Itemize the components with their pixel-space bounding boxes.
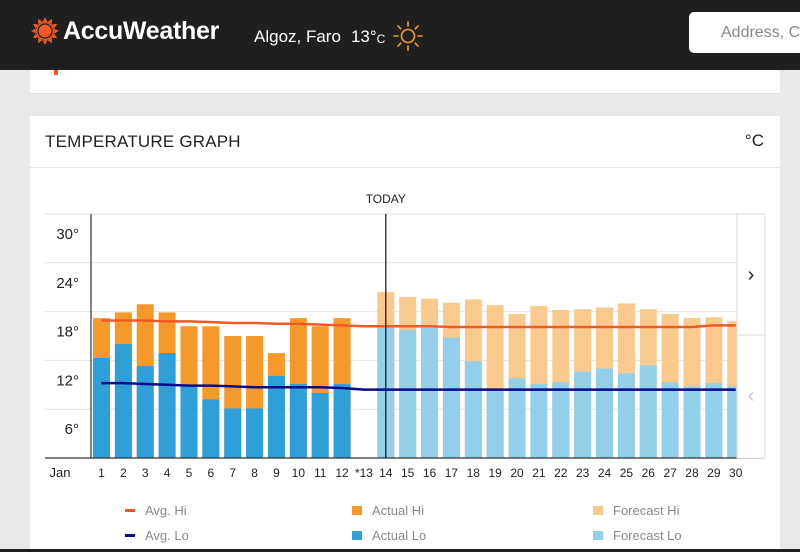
legend-label: Forecast Hi: [613, 503, 680, 518]
x-tick-label: 30: [729, 466, 743, 480]
y-tick-label: 24°: [56, 275, 79, 292]
x-tick-label: 21: [532, 466, 546, 480]
legend-item[interactable]: Actual Lo: [352, 528, 426, 543]
actual-lo-bar[interactable]: [158, 353, 176, 458]
x-tick-label: 9: [273, 466, 280, 480]
next-arrow-icon[interactable]: ›: [748, 264, 755, 286]
forecast-lo-bar[interactable]: [399, 330, 417, 458]
x-tick-label: 16: [423, 466, 437, 480]
x-tick-label: 25: [620, 466, 634, 480]
legend-item[interactable]: Avg. Hi: [125, 503, 187, 518]
actual-lo-bar[interactable]: [136, 366, 154, 458]
chart-nav-panel: [736, 213, 766, 459]
y-tick-label: 6°: [65, 421, 79, 438]
forecast-lo-bar[interactable]: [574, 371, 592, 458]
legend-swatch: [125, 534, 135, 537]
forecast-lo-bar[interactable]: [683, 386, 701, 458]
x-tick-label: 23: [576, 466, 590, 480]
legend-item[interactable]: Actual Hi: [352, 503, 424, 518]
x-tick-label: 19: [488, 466, 502, 480]
x-tick-label: 11: [314, 466, 327, 480]
legend-label: Forecast Lo: [613, 528, 682, 543]
legend-label: Avg. Hi: [145, 503, 187, 518]
legend-swatch: [593, 506, 603, 515]
forecast-lo-bar[interactable]: [617, 373, 635, 458]
forecast-lo-bar[interactable]: [639, 365, 657, 458]
forecast-lo-bar[interactable]: [442, 337, 460, 458]
legend-swatch: [352, 531, 362, 540]
actual-lo-bar[interactable]: [202, 399, 220, 458]
x-tick-label: 14: [379, 466, 393, 480]
x-tick-label: 22: [554, 466, 568, 480]
plot-area: [93, 292, 737, 458]
actual-lo-bar[interactable]: [246, 408, 264, 458]
forecast-lo-bar[interactable]: [661, 382, 679, 458]
x-tick-label: 17: [445, 466, 459, 480]
actual-lo-bar[interactable]: [93, 357, 110, 458]
actual-lo-bar[interactable]: [114, 344, 132, 458]
forecast-lo-bar[interactable]: [596, 368, 614, 458]
forecast-lo-bar[interactable]: [486, 390, 504, 458]
x-tick-label: 12: [335, 466, 349, 480]
actual-lo-bar[interactable]: [224, 408, 242, 458]
x-tick-label: 15: [401, 466, 415, 480]
x-tick-label: 26: [642, 466, 656, 480]
legend-label: Avg. Lo: [145, 528, 189, 543]
x-tick-label: 10: [292, 466, 306, 480]
x-tick-label: 29: [707, 466, 721, 480]
legend-item[interactable]: Forecast Hi: [593, 503, 679, 518]
x-tick-label: 3: [142, 466, 149, 480]
actual-lo-bar[interactable]: [311, 392, 329, 458]
x-tick-label: 6: [208, 466, 215, 480]
prev-arrow-icon[interactable]: ‹: [748, 385, 755, 407]
actual-lo-bar[interactable]: [289, 383, 307, 458]
legend-swatch: [593, 531, 603, 540]
x-tick-label: 1: [98, 466, 105, 480]
y-tick-label: 18°: [56, 324, 79, 341]
x-tick-label: 18: [467, 466, 481, 480]
x-tick-label: 28: [685, 466, 699, 480]
legend-label: Actual Lo: [372, 528, 427, 543]
forecast-lo-bar[interactable]: [464, 361, 482, 458]
actual-lo-bar[interactable]: [180, 384, 198, 458]
x-tick-label: 24: [598, 466, 612, 480]
legend-swatch: [125, 509, 135, 512]
month-label: Jan: [50, 465, 71, 480]
legend-label: Actual Hi: [372, 503, 425, 518]
legend-swatch: [352, 506, 362, 515]
temperature-chart: 6°12°18°24°30°TODAYJan 1 2 3 4 5 6 7 8 9 10 11 12 *13…: [45, 192, 766, 480]
y-tick-label: 30°: [56, 226, 79, 243]
today-label: TODAY: [366, 192, 406, 206]
forecast-lo-bar[interactable]: [705, 383, 723, 458]
x-tick-label: *13: [355, 466, 373, 480]
legend-item[interactable]: Avg. Lo: [125, 528, 189, 543]
x-tick-label: 2: [120, 466, 127, 480]
forecast-lo-bar[interactable]: [421, 327, 439, 458]
forecast-lo-bar[interactable]: [552, 382, 570, 458]
x-tick-label: 27: [663, 466, 677, 480]
x-tick-label: 20: [510, 466, 524, 480]
x-tick-label: 4: [164, 466, 171, 480]
x-tick-label: 5: [186, 466, 193, 480]
actual-lo-bar[interactable]: [333, 383, 351, 458]
x-tick-label: 8: [251, 466, 258, 480]
y-tick-label: 12°: [56, 372, 79, 389]
legend-item[interactable]: Forecast Lo: [593, 528, 682, 543]
x-tick-label: 7: [229, 466, 236, 480]
forecast-lo-bar[interactable]: [530, 383, 548, 458]
